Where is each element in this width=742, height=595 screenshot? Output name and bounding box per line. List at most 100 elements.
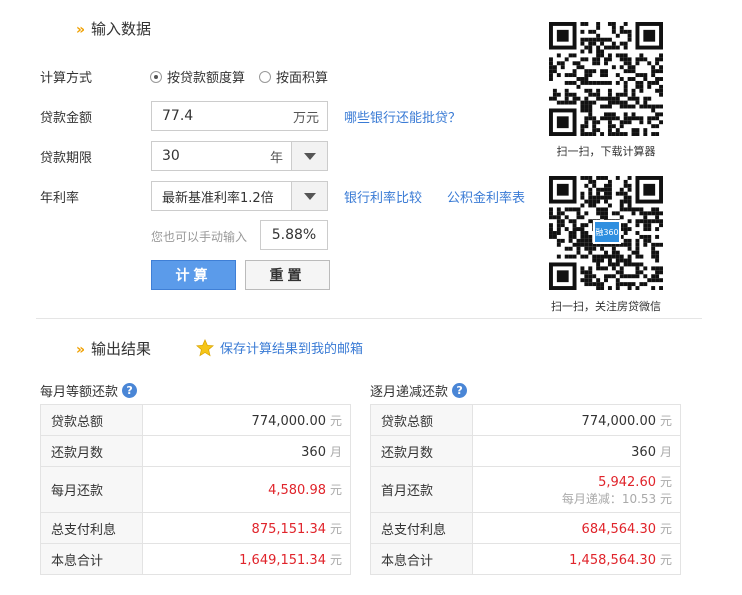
qr-module (651, 116, 656, 121)
bank-rate-compare-link[interactable]: 银行利率比较 (344, 187, 422, 206)
qr-module (592, 61, 597, 66)
qr-module (600, 266, 605, 271)
qr-module (596, 37, 601, 42)
qr-module (627, 29, 632, 34)
qr-module (584, 37, 589, 42)
qr-module (635, 84, 640, 89)
row-unit: 月 (329, 444, 342, 459)
rong360-logo: 融360 (593, 220, 621, 244)
qr-module (659, 92, 663, 97)
dropdown-arrow-icon[interactable] (291, 182, 327, 210)
qr-module (592, 69, 597, 74)
qr-module (596, 282, 601, 287)
radio-by-amount[interactable]: 按贷款额度算 (150, 67, 245, 86)
qr-module (623, 242, 628, 247)
radio-dot-icon[interactable] (259, 70, 272, 83)
qr-module (576, 211, 581, 216)
qr-module (639, 116, 644, 121)
qr-module (592, 128, 597, 133)
save-result-link-group[interactable]: 保存计算结果到我的邮箱 (196, 338, 363, 357)
loan-amount-input[interactable]: 77.4 万元 (151, 101, 328, 131)
loan-term-value[interactable]: 30 (152, 148, 270, 164)
qr-module (572, 96, 577, 101)
qr-module (568, 246, 573, 251)
qr-module (659, 65, 663, 70)
qr-module (549, 234, 553, 239)
qr-module (647, 120, 652, 125)
qr-module (588, 80, 593, 85)
qr-module (635, 73, 640, 78)
qr-module (651, 211, 656, 216)
qr-module (568, 100, 573, 105)
qr-module (607, 80, 612, 85)
qr-module (584, 211, 589, 216)
download-qr-code (549, 22, 663, 136)
help-icon[interactable]: ? (122, 383, 138, 398)
qr-module (572, 61, 577, 66)
qr-module (619, 100, 624, 105)
qr-module (651, 80, 656, 85)
qr-module (588, 104, 593, 109)
calc-method-radio-group: 按贷款额度算 按面积算 (150, 67, 328, 86)
qr-module (627, 207, 632, 212)
manual-rate-input[interactable]: 5.88% (260, 220, 328, 250)
chevron-right-icon: » (76, 342, 86, 358)
qr-module (627, 227, 632, 232)
qr-module (643, 100, 648, 105)
which-banks-link[interactable]: 哪些银行还能批贷？ (344, 107, 461, 126)
qr-module (643, 282, 648, 287)
calc-method-label: 计算方式 (40, 71, 93, 86)
rate-select[interactable]: 最新基准利率1.2倍 (151, 181, 328, 211)
qr-module (588, 41, 593, 46)
qr-module (631, 65, 636, 70)
radio-by-area[interactable]: 按面积算 (259, 67, 328, 86)
manual-rate-value[interactable]: 5.88% (272, 227, 316, 243)
qr-module (627, 246, 632, 251)
qr-module (651, 286, 656, 290)
qr-module (552, 231, 557, 235)
qr-module (607, 128, 612, 133)
qr-module (627, 199, 632, 204)
qr-module (659, 104, 663, 109)
qr-module (580, 254, 585, 259)
qr-module (659, 219, 663, 224)
qr-module (651, 274, 656, 279)
qr-module (635, 207, 640, 212)
calculate-button[interactable]: 计算 (151, 260, 236, 290)
qr-module (604, 69, 608, 74)
qr-module (639, 282, 644, 287)
radio-dot-icon[interactable] (150, 70, 162, 83)
row-label: 总支付利息 (370, 512, 473, 544)
qr-module (619, 207, 624, 212)
radio-by-area-label: 按面积算 (276, 71, 329, 86)
loan-amount-value[interactable]: 77.4 (152, 108, 293, 124)
qr-module (639, 207, 644, 212)
qr-module (600, 176, 605, 180)
dropdown-arrow-icon[interactable] (291, 142, 327, 170)
loan-term-select[interactable]: 30 年 (151, 141, 328, 171)
qr-module (639, 53, 644, 58)
qr-module (635, 223, 640, 228)
qr-module (619, 25, 624, 30)
qr-module (631, 262, 636, 267)
fund-rate-table-link[interactable]: 公积金利率表 (447, 187, 525, 206)
qr-module (596, 33, 601, 38)
qr-module (604, 61, 608, 66)
qr-module (568, 92, 573, 97)
qr-module (627, 238, 632, 243)
reset-button[interactable]: 重置 (245, 260, 330, 290)
qr-module (627, 219, 632, 224)
qr-module (572, 80, 577, 85)
qr-module (655, 132, 660, 136)
qr-module (623, 274, 628, 279)
row-value: 360 (631, 444, 656, 460)
qr-module (659, 270, 663, 275)
qr-module (615, 100, 620, 105)
rate-select-value[interactable]: 最新基准利率1.2倍 (152, 187, 291, 206)
save-result-link[interactable]: 保存计算结果到我的邮箱 (220, 338, 363, 357)
qr-module (647, 104, 652, 109)
qr-module (592, 116, 597, 121)
row-value-cell: 1,649,151.34 元 (142, 543, 351, 575)
help-icon[interactable]: ? (452, 383, 468, 398)
qr-module (615, 33, 620, 38)
